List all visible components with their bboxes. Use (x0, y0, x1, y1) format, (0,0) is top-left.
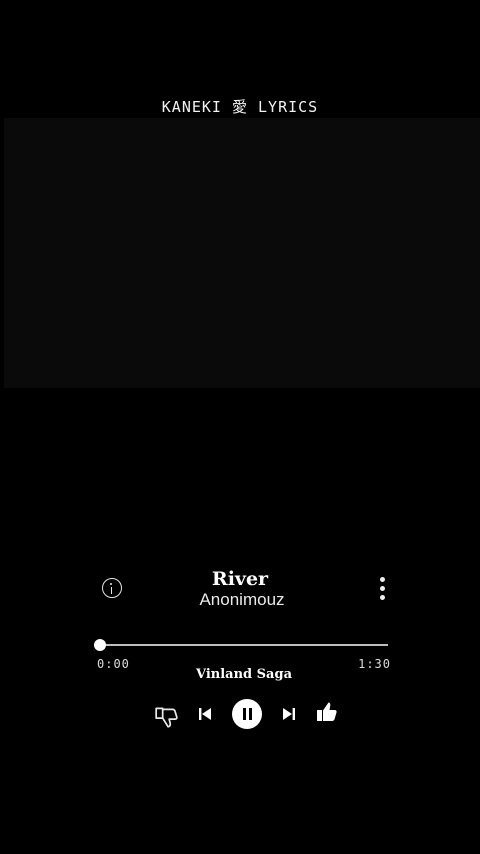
song-artist: Anonimouz (199, 590, 285, 609)
progress-bar[interactable] (94, 639, 388, 651)
more-vertical-icon[interactable] (377, 576, 389, 602)
skip-previous-icon[interactable] (197, 706, 213, 722)
info-icon[interactable] (102, 578, 122, 598)
video-area[interactable] (4, 118, 480, 388)
pause-icon[interactable] (232, 699, 262, 729)
album-name: Vinland Saga (195, 667, 292, 682)
time-total: 1:30 (358, 657, 391, 671)
time-elapsed: 0:00 (97, 657, 130, 671)
thumbs-down-icon[interactable] (154, 704, 180, 730)
thumbs-up-icon[interactable] (315, 700, 339, 724)
song-title: River (211, 568, 269, 590)
progress-thumb[interactable] (94, 639, 106, 651)
skip-next-icon[interactable] (281, 706, 297, 722)
watermark-text: KANEKI 愛 LYRICS (161, 98, 319, 116)
